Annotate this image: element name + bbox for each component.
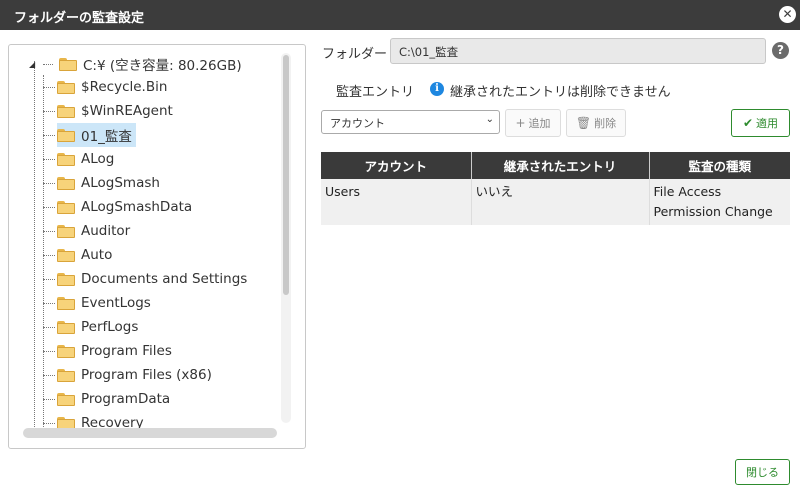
audit-type-item: File Access [653, 184, 722, 199]
chevron-down-icon: ⌄ [485, 114, 494, 125]
tree-item[interactable]: Program Files [43, 339, 172, 363]
folder-icon [57, 176, 75, 190]
folder-icon [57, 368, 75, 382]
audit-entries-table: アカウント 継承されたエントリ 監査の種類 Users いいえ File Acc… [321, 152, 790, 225]
tree-item[interactable]: ALog [43, 147, 115, 171]
tree-item-label: $Recycle.Bin [81, 79, 168, 95]
folder-icon [57, 392, 75, 406]
close-icon[interactable]: ✕ [779, 6, 796, 23]
trash-icon: 🗑 [575, 116, 592, 130]
folder-path-field: C:\01_監査 [390, 38, 766, 64]
tree-item-label: 01_監査 [81, 129, 132, 145]
audit-entry-label: 監査エントリ [336, 85, 415, 100]
tree-item-label: Auto [81, 247, 113, 263]
folder-icon [57, 320, 75, 334]
tree-item[interactable]: Auditor [43, 219, 131, 243]
folder-icon [57, 248, 75, 262]
check-icon: ✔ [742, 116, 754, 130]
folder-icon [57, 128, 75, 142]
delete-button[interactable]: 🗑 削除 [566, 109, 626, 137]
tree-item-label: ALogSmashData [81, 199, 193, 215]
table-row[interactable]: Users いいえ File Access Permission Change [321, 179, 790, 225]
tree-item-label: EventLogs [81, 295, 151, 311]
cell-audit-types: File Access Permission Change [649, 179, 790, 225]
tree-item-label: Auditor [81, 223, 131, 239]
tree-item-label: PerfLogs [81, 319, 139, 335]
collapse-arrow-icon[interactable]: ◢ [29, 60, 39, 69]
column-header-account[interactable]: アカウント [321, 152, 472, 179]
cell-account: Users [321, 179, 472, 225]
folder-icon [59, 57, 77, 71]
folder-icon [57, 272, 75, 286]
tree-vertical-scrollbar[interactable] [281, 53, 291, 423]
folder-icon [57, 80, 75, 94]
tree-horizontal-scrollbar[interactable] [23, 428, 277, 438]
column-header-audit-type[interactable]: 監査の種類 [649, 152, 790, 179]
tree-connector-line [34, 61, 35, 431]
close-button[interactable]: 閉じる [735, 459, 790, 485]
dialog-title: フォルダーの監査設定 [14, 11, 145, 26]
tree-item-label: Program Files [81, 343, 172, 359]
tree-item-label: Documents and Settings [81, 271, 248, 287]
tree-item[interactable]: EventLogs [43, 291, 151, 315]
help-icon[interactable]: ? [772, 42, 789, 59]
tree-item[interactable]: ALogSmash [43, 171, 160, 195]
tree-item-label: ProgramData [81, 391, 171, 407]
plus-icon: + [515, 116, 526, 130]
folder-label: フォルダー [322, 47, 388, 62]
folder-icon [57, 224, 75, 238]
tree-item[interactable]: ProgramData [43, 387, 171, 411]
tree-item[interactable]: ALogSmashData [43, 195, 193, 219]
add-button[interactable]: + 追加 [505, 109, 561, 137]
folder-tree-panel[interactable]: ◢ C:¥ (空き容量: 80.26GB) $Recycle.Bin $WinRE… [8, 44, 306, 449]
folder-icon [57, 344, 75, 358]
account-select[interactable]: アカウント ⌄ [321, 110, 500, 134]
tree-root-drive[interactable]: ◢ C:¥ (空き容量: 80.26GB) [29, 53, 242, 75]
tree-item-label: ALogSmash [81, 175, 160, 191]
tree-item[interactable]: Auto [43, 243, 113, 267]
folder-icon [57, 104, 75, 118]
tree-item[interactable]: 01_監査 [43, 123, 136, 147]
audit-type-item: Permission Change [653, 204, 773, 219]
tree-item[interactable]: Documents and Settings [43, 267, 248, 291]
tree-item-label: Program Files (x86) [81, 367, 212, 383]
folder-icon [57, 152, 75, 166]
dialog-titlebar: フォルダーの監査設定 ✕ [0, 0, 800, 30]
tree-item[interactable]: PerfLogs [43, 315, 139, 339]
info-icon: i [430, 82, 444, 96]
inherited-note: 継承されたエントリは削除できません [450, 85, 671, 100]
folder-icon [57, 200, 75, 214]
column-header-inherited[interactable]: 継承されたエントリ [471, 152, 650, 179]
cell-inherited: いいえ [471, 179, 650, 225]
tree-item[interactable]: Program Files (x86) [43, 363, 212, 387]
apply-button[interactable]: ✔ 適用 [731, 109, 790, 137]
folder-icon [57, 296, 75, 310]
tree-root-label: C:¥ (空き容量: 80.26GB) [83, 58, 242, 74]
tree-item[interactable]: $WinREAgent [43, 99, 173, 123]
tree-item-label: ALog [81, 151, 115, 167]
tree-item[interactable]: $Recycle.Bin [43, 75, 168, 99]
tree-item-label: $WinREAgent [81, 103, 173, 119]
